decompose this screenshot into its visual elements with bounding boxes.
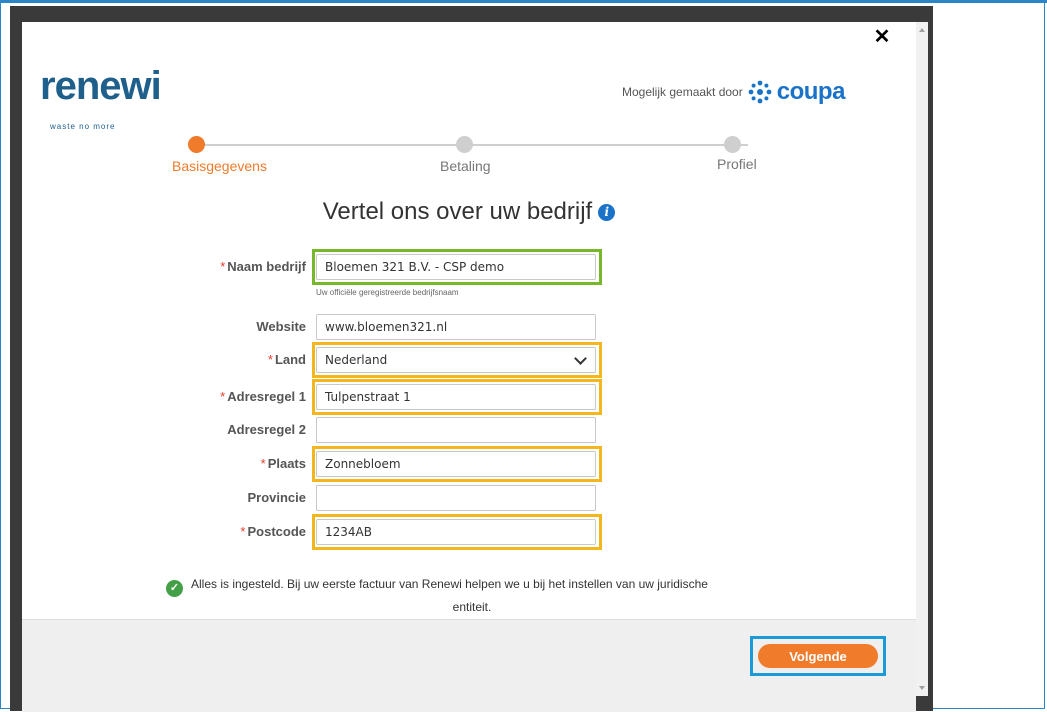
coupa-logo: coupa	[776, 78, 846, 105]
form-row-city: * Plaats Zonnebloem	[22, 446, 916, 482]
status-message: ✓ Alles is ingesteld. Bij uw eerste factu…	[166, 574, 766, 617]
scroll-up-icon[interactable]	[919, 28, 925, 32]
company-name-label: * Naam bedrijf	[220, 259, 306, 274]
form-row-company-name: * Naam bedrijf Bloemen 321 B.V. - CSP dem…	[22, 249, 916, 285]
scrollbar[interactable]	[916, 22, 928, 696]
step-label-profiel: Profiel	[717, 156, 757, 172]
address1-label: * Adresregel 1	[220, 389, 306, 404]
step-dot-basisgegevens	[188, 136, 205, 153]
onboarding-dialog: ✕ renewi waste no more Mogelijk gemaakt …	[22, 22, 916, 712]
page-title-text: Vertel ons over uw bedrijf	[322, 198, 593, 225]
postcode-input[interactable]: 1234AB	[316, 519, 596, 545]
step-dot-profiel	[724, 136, 741, 153]
form-row-address1: * Adresregel 1 Tulpenstraat 1	[22, 379, 916, 415]
address2-label: Adresregel 2	[227, 422, 306, 437]
close-icon[interactable]: ✕	[872, 26, 892, 48]
status-line-2: entiteit.	[452, 600, 492, 614]
highlight-box: Volgende	[750, 636, 886, 676]
coupa-mark-icon	[748, 80, 772, 104]
address2-input[interactable]	[316, 417, 596, 443]
powered-by-label: Mogelijk gemaakt door	[622, 85, 743, 99]
status-line-1: Alles is ingesteld. Bij uw eerste factuu…	[191, 577, 708, 591]
step-label-basisgegevens: Basisgegevens	[172, 158, 267, 174]
renewi-logo: renewi waste no more	[40, 58, 162, 131]
country-label: * Land	[267, 352, 306, 367]
next-button[interactable]: Volgende	[758, 644, 878, 668]
company-name-input[interactable]: Bloemen 321 B.V. - CSP demo	[316, 254, 596, 280]
form-row-address2: Adresregel 2	[22, 414, 916, 446]
address1-input[interactable]: Tulpenstraat 1	[316, 384, 596, 410]
renewi-logo-text: renewi	[40, 64, 162, 108]
city-input[interactable]: Zonnebloem	[316, 451, 596, 477]
progress-stepper: Basisgegevens Betaling Profiel	[172, 134, 772, 184]
form-row-province: Provincie	[22, 482, 916, 514]
city-label: * Plaats	[260, 456, 306, 471]
step-connector	[472, 144, 748, 146]
company-name-hint: Uw officiële geregistreerde bedrijfsnaam	[316, 288, 459, 297]
renewi-logo-tagline: waste no more	[50, 122, 116, 131]
country-select-value: Nederland	[325, 353, 388, 367]
website-input[interactable]: www.bloemen321.nl	[316, 314, 596, 340]
check-icon: ✓	[166, 580, 183, 597]
step-dot-betaling	[456, 136, 473, 153]
province-label: Provincie	[247, 490, 306, 505]
chevron-down-icon	[574, 352, 587, 365]
info-icon[interactable]: i	[598, 204, 616, 221]
step-label-betaling: Betaling	[440, 158, 491, 174]
step-connector	[196, 144, 472, 146]
province-input[interactable]	[316, 485, 596, 511]
website-label: Website	[256, 319, 306, 334]
country-select[interactable]: Nederland	[316, 347, 596, 373]
scroll-down-icon[interactable]	[919, 686, 925, 690]
powered-by: Mogelijk gemaakt door coupa	[622, 78, 845, 106]
form-row-country: * Land Nederland	[22, 342, 916, 378]
postcode-label: * Postcode	[240, 524, 306, 539]
form-row-website: Website www.bloemen321.nl	[22, 311, 916, 343]
page-title: Vertel ons over uw bedrijf i	[22, 198, 916, 226]
form-row-postcode: * Postcode 1234AB	[22, 514, 916, 550]
